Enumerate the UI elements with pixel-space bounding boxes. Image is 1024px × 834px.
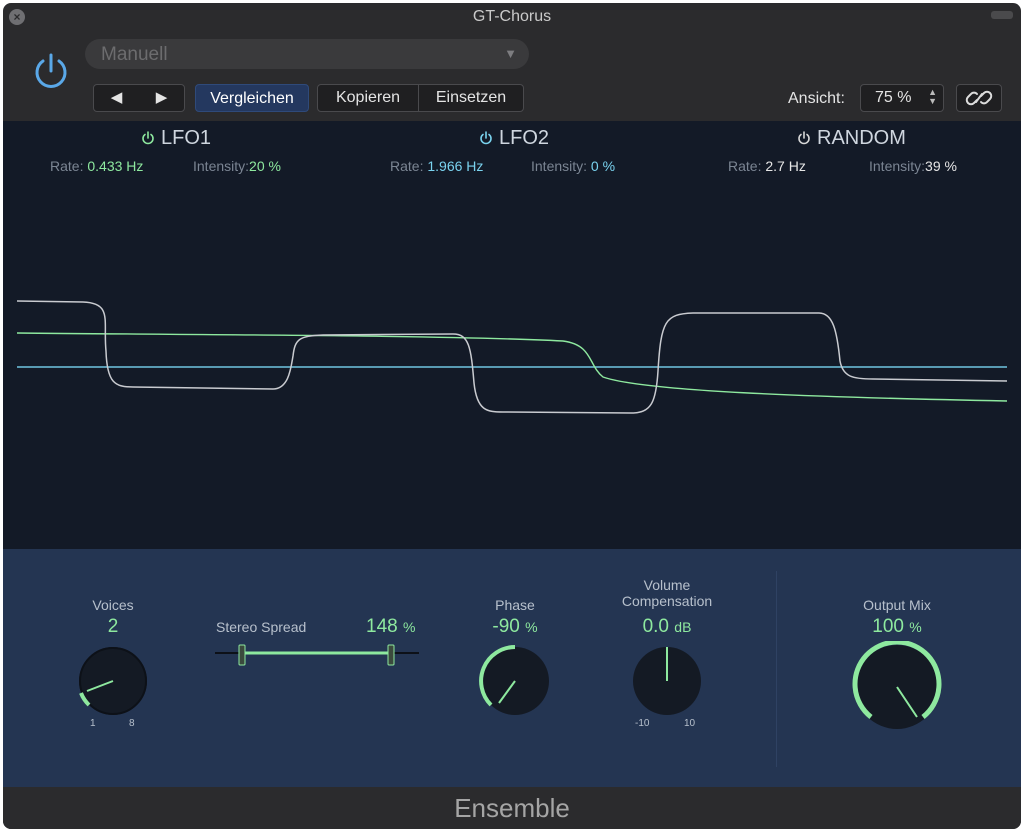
footer-bar: Ensemble	[3, 787, 1021, 829]
window-resize-handle[interactable]	[991, 11, 1013, 19]
chevron-down-icon: ▼	[504, 46, 517, 61]
output-mix-value: 100 %	[872, 616, 922, 637]
volume-compensation-max: 10	[684, 718, 696, 729]
section-divider	[776, 571, 777, 767]
volume-compensation-value: 0.0 dB	[642, 616, 692, 637]
previous-preset-button[interactable]: ◀	[94, 85, 139, 111]
output-mix-label: Output Mix	[863, 597, 931, 613]
compare-button[interactable]: Vergleichen	[195, 84, 309, 112]
volume-compensation-min: -10	[635, 718, 650, 729]
copy-button[interactable]: Kopieren	[318, 85, 418, 111]
view-zoom-select[interactable]: 75 % ▲ ▼	[860, 84, 944, 112]
view-zoom-value: 75 %	[875, 89, 912, 106]
link-button[interactable]	[956, 84, 1002, 112]
output-mix-knob[interactable]	[851, 641, 943, 733]
stereo-spread-slider[interactable]	[213, 643, 423, 667]
preset-dropdown[interactable]: Manuell ▼	[85, 39, 529, 69]
modulation-display: LFO1 Rate: 0.433 Hz Intensity:20 % LFO2 …	[3, 121, 1021, 549]
view-label: Ansicht:	[788, 90, 845, 107]
stereo-spread-label: Stereo Spread	[216, 619, 307, 635]
stereo-spread-value: 148 %	[366, 616, 416, 637]
plugin-category-title: Ensemble	[454, 793, 570, 823]
paste-button[interactable]: Einsetzen	[419, 85, 523, 111]
title-bar: × GT-Chorus	[3, 3, 1021, 31]
copy-paste-group: Kopieren Einsetzen	[317, 84, 524, 112]
volume-compensation-label: Volume Compensation	[621, 577, 713, 609]
voices-min: 1	[90, 718, 96, 729]
link-icon	[965, 90, 993, 106]
voices-max: 8	[129, 718, 135, 729]
power-icon[interactable]	[31, 51, 71, 96]
controls-panel: Voices 2 1 8 Stereo Spread 148 % Phase -…	[3, 549, 1021, 787]
phase-value: -90 %	[492, 616, 538, 637]
next-preset-button[interactable]: ▶	[139, 85, 184, 111]
modulation-waveform	[16, 300, 1008, 414]
preset-nav-group: ◀ ▶	[93, 84, 185, 112]
random-waveform	[16, 300, 1008, 414]
plugin-window: × GT-Chorus Manuell ▼ ◀ ▶ Vergleichen Ko…	[3, 3, 1021, 829]
voices-value: 2	[107, 616, 119, 637]
phase-knob[interactable]	[477, 643, 553, 719]
voices-label: Voices	[92, 597, 134, 613]
stepper-icon[interactable]: ▲ ▼	[928, 88, 937, 106]
window-title: GT-Chorus	[472, 8, 552, 25]
voices-knob[interactable]	[75, 643, 151, 719]
phase-label: Phase	[495, 597, 535, 613]
preset-name: Manuell	[101, 44, 168, 65]
volume-compensation-knob[interactable]	[629, 643, 705, 719]
